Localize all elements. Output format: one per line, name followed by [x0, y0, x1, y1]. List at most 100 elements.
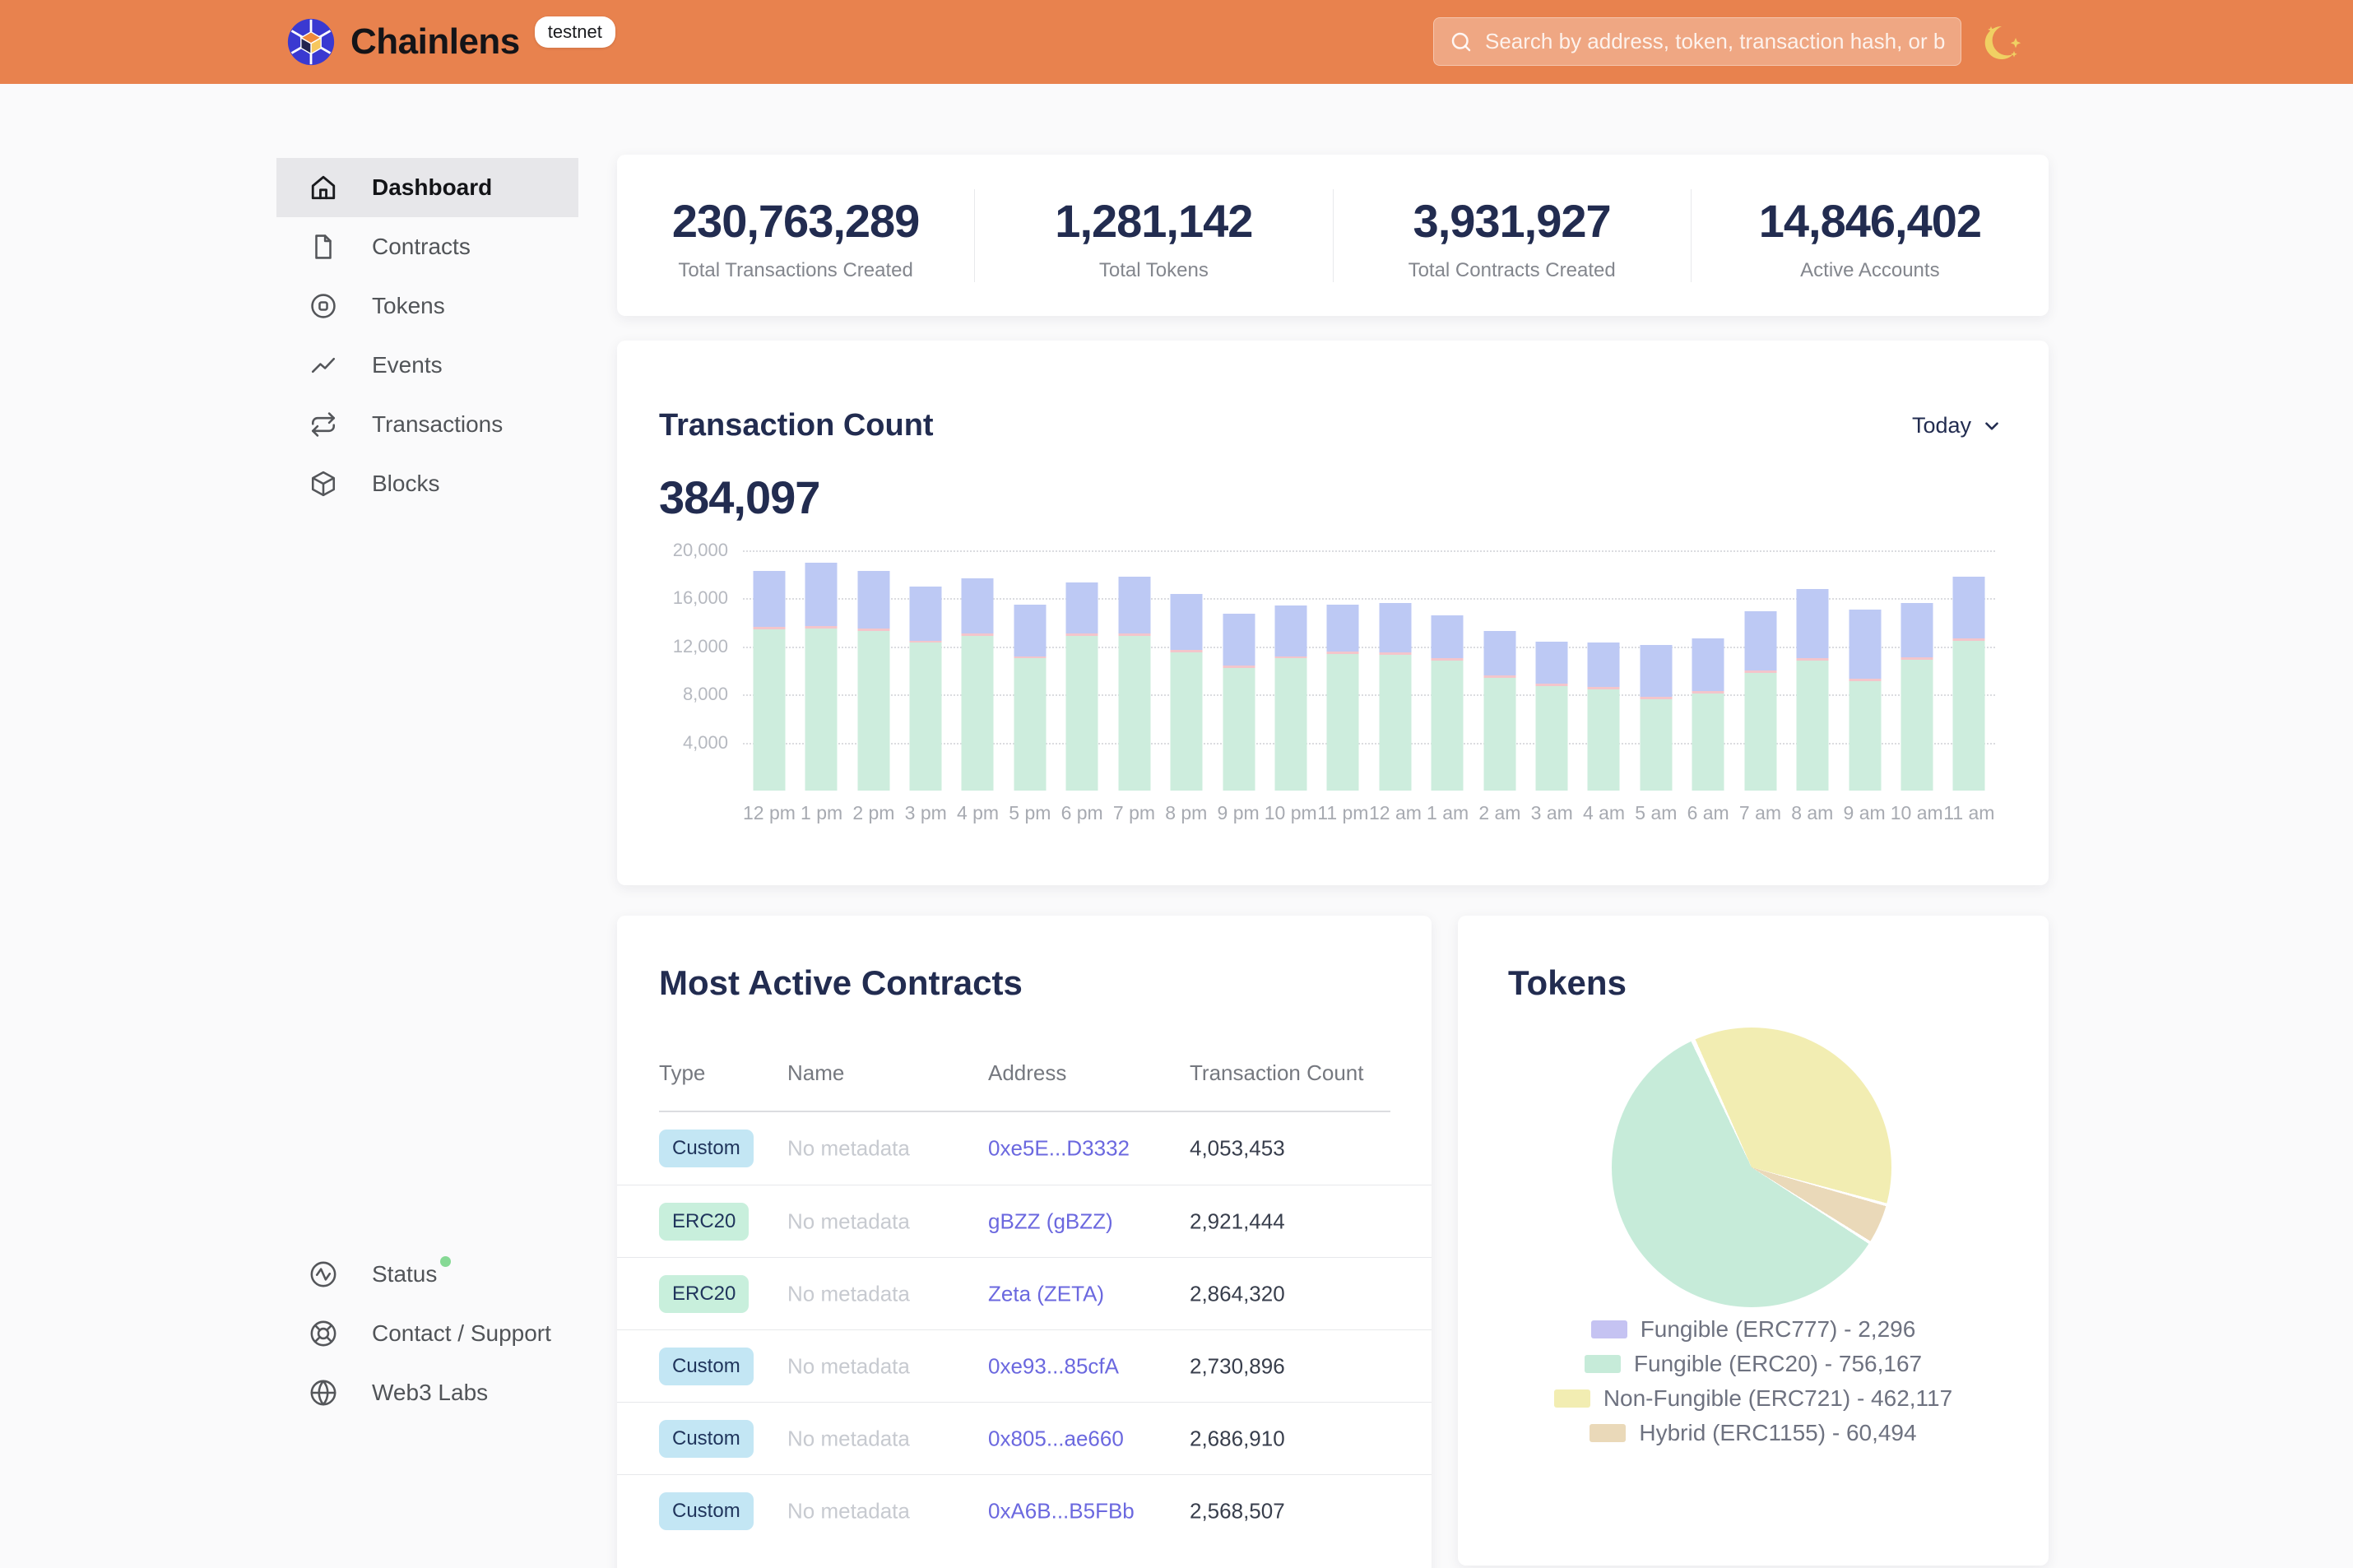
x-axis-tick-label: 3 am — [1526, 802, 1578, 824]
bar-stack — [1483, 631, 1515, 791]
bar-12-pm[interactable] — [743, 544, 795, 791]
green-segment — [1274, 658, 1306, 791]
file-icon — [309, 233, 337, 261]
contract-name: No metadata — [787, 1353, 910, 1379]
bar-8-am[interactable] — [1786, 544, 1838, 791]
sidebar-item-status[interactable]: Status — [276, 1245, 578, 1304]
sidebar-item-label: Contracts — [372, 234, 471, 260]
search-input[interactable] — [1485, 29, 1946, 54]
bar-3-am[interactable] — [1525, 544, 1577, 791]
blue-segment — [805, 563, 838, 626]
sidebar-item-web3-labs[interactable]: Web3 Labs — [276, 1363, 578, 1422]
legend-item-fungible-erc20: Fungible (ERC20) - 756,167 — [1585, 1347, 1922, 1381]
blue-segment — [1223, 614, 1255, 666]
contract-name: No metadata — [787, 1136, 910, 1162]
chainlens-logo-icon[interactable] — [286, 17, 336, 67]
legend-swatch — [1585, 1355, 1621, 1373]
contract-address-link[interactable]: 0xe5E...D3332 — [988, 1136, 1130, 1162]
x-axis-tick-label: 1 pm — [796, 802, 847, 824]
legend-label: Fungible (ERC20) - 756,167 — [1634, 1351, 1922, 1377]
table-row: ERC20 No metadata Zeta (ZETA) 2,864,320 — [617, 1257, 1432, 1329]
green-segment — [1536, 686, 1568, 791]
sidebar-item-dashboard[interactable]: Dashboard — [276, 158, 578, 217]
network-stats-card: 230,763,289 Total Transactions Created1,… — [617, 155, 2049, 316]
sidebar-item-contact-support[interactable]: Contact / Support — [276, 1304, 578, 1363]
contract-transaction-count: 4,053,453 — [1190, 1136, 1285, 1162]
blue-segment — [1900, 603, 1933, 657]
bar-3-pm[interactable] — [899, 544, 951, 791]
contract-address-link[interactable]: Zeta (ZETA) — [988, 1281, 1104, 1306]
sidebar-item-label: Transactions — [372, 411, 503, 438]
sidebar-item-contracts[interactable]: Contracts — [276, 217, 578, 276]
contract-address-link[interactable]: 0xe93...85cfA — [988, 1353, 1119, 1379]
bar-stack — [1171, 594, 1203, 791]
stat-value: 14,846,402 — [1692, 194, 2049, 248]
contract-address-link[interactable]: 0xA6B...B5FBb — [988, 1498, 1135, 1524]
stat-label: Total Transactions Created — [617, 259, 974, 282]
x-axis-tick-label: 7 pm — [1108, 802, 1160, 824]
bar-7-pm[interactable] — [1108, 544, 1160, 791]
bar-1-am[interactable] — [1421, 544, 1473, 791]
bar-stack — [1379, 603, 1411, 791]
bar-9-am[interactable] — [1839, 544, 1891, 791]
dark-mode-toggle-moon-icon[interactable] — [1981, 20, 2027, 66]
bar-stack — [909, 587, 941, 791]
tokens-pie-chart — [1612, 1028, 1891, 1307]
contract-address-link[interactable]: gBZZ (gBZZ) — [988, 1208, 1113, 1234]
repeat-icon — [309, 411, 337, 438]
x-axis-tick-label: 8 pm — [1160, 802, 1212, 824]
legend-label: Fungible (ERC777) - 2,296 — [1641, 1316, 1916, 1343]
bar-10-am[interactable] — [1891, 544, 1942, 791]
bar-6-am[interactable] — [1682, 544, 1734, 791]
sidebar-item-blocks[interactable]: Blocks — [276, 454, 578, 513]
x-axis-tick-label: 9 pm — [1212, 802, 1264, 824]
x-axis-tick-label: 7 am — [1734, 802, 1786, 824]
sidebar-nav: Dashboard Contracts TokensEvents Transactio… — [276, 158, 578, 513]
column-header-transaction-count: Transaction Count — [1190, 1060, 1363, 1086]
bar-4-pm[interactable] — [952, 544, 1004, 791]
green-segment — [1588, 689, 1620, 791]
blue-segment — [1066, 582, 1098, 633]
stat-total-tokens: 1,281,142 Total Tokens — [974, 189, 1332, 282]
blue-segment — [1118, 577, 1150, 633]
bar-4-am[interactable] — [1578, 544, 1630, 791]
chevron-down-icon — [1981, 415, 2003, 437]
contract-address-link[interactable]: 0x805...ae660 — [988, 1426, 1124, 1451]
green-segment — [1483, 678, 1515, 791]
contract-type-badge: Custom — [659, 1492, 754, 1530]
x-axis-tick-label: 4 pm — [952, 802, 1004, 824]
stat-active-accounts: 14,846,402 Active Accounts — [1691, 189, 2049, 282]
sidebar-item-events[interactable]: Events — [276, 336, 578, 395]
column-header-type: Type — [659, 1060, 705, 1086]
bar-7-am[interactable] — [1734, 544, 1786, 791]
stat-label: Active Accounts — [1692, 259, 2049, 282]
transaction-count-total: 384,097 — [659, 471, 819, 524]
brand-name[interactable]: Chainlens — [350, 21, 520, 63]
sidebar-item-transactions[interactable]: Transactions — [276, 395, 578, 454]
stat-total-contracts-created: 3,931,927 Total Contracts Created — [1333, 189, 1691, 282]
bar-11-am[interactable] — [1943, 544, 1995, 791]
green-segment — [1797, 661, 1829, 791]
bar-11-pm[interactable] — [1317, 544, 1369, 791]
bar-8-pm[interactable] — [1160, 544, 1212, 791]
bar-12-am[interactable] — [1369, 544, 1421, 791]
bar-5-am[interactable] — [1630, 544, 1682, 791]
blue-segment — [1640, 645, 1672, 697]
time-range-dropdown[interactable]: Today — [1912, 413, 2003, 438]
bar-1-pm[interactable] — [795, 544, 847, 791]
sidebar-item-tokens[interactable]: Tokens — [276, 276, 578, 336]
trend-icon — [309, 351, 337, 379]
green-segment — [1849, 681, 1881, 791]
bar-5-pm[interactable] — [1004, 544, 1056, 791]
bar-10-pm[interactable] — [1265, 544, 1316, 791]
bar-stack — [1014, 605, 1046, 791]
bar-9-pm[interactable] — [1213, 544, 1265, 791]
legend-item-non-fungible-erc721: Non-Fungible (ERC721) - 462,117 — [1554, 1381, 1952, 1416]
bar-2-pm[interactable] — [847, 544, 899, 791]
sidebar-item-label: Contact / Support — [372, 1320, 551, 1347]
global-search[interactable] — [1433, 17, 1961, 66]
bar-6-pm[interactable] — [1056, 544, 1108, 791]
bar-2-am[interactable] — [1474, 544, 1525, 791]
green-segment — [1953, 641, 1985, 791]
x-axis-tick-label: 6 pm — [1056, 802, 1108, 824]
